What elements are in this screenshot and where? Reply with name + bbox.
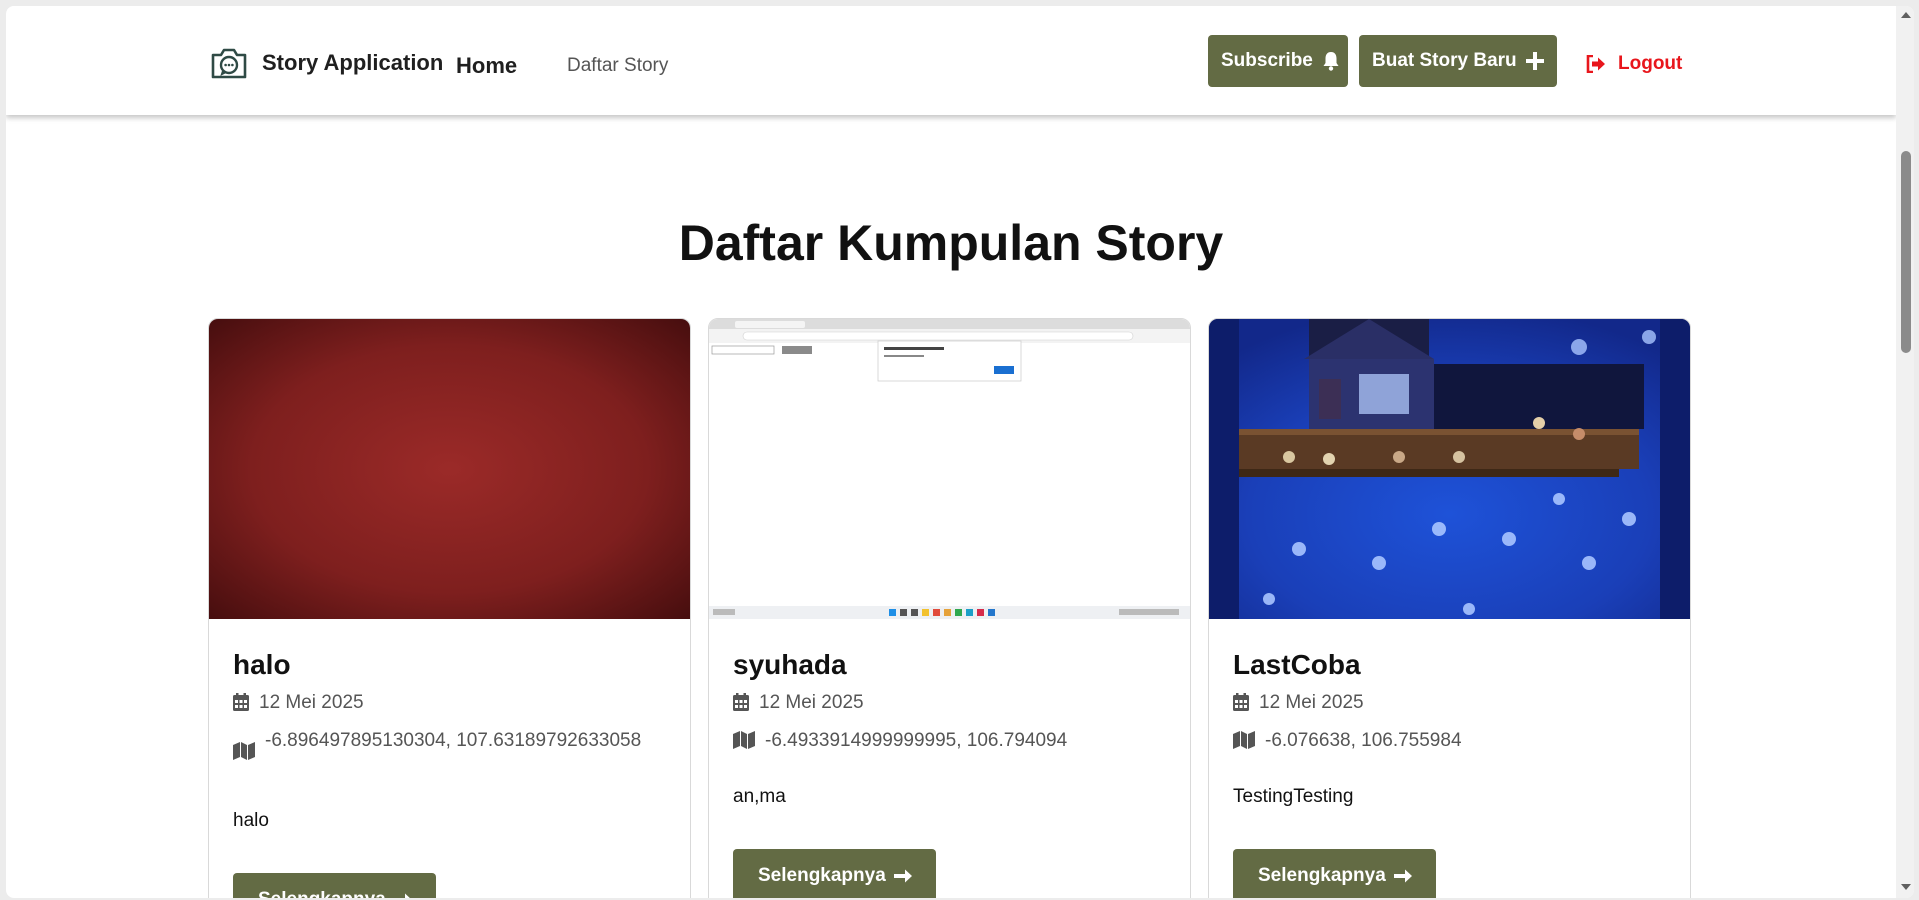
subscribe-button[interactable]: Subscribe bbox=[1208, 35, 1348, 87]
story-title: LastCoba bbox=[1233, 649, 1361, 680]
selengkapnya-button[interactable]: Selengkapnya bbox=[1233, 849, 1436, 898]
story-card: halo 12 Mei 2025 -6.896497895130304, 107… bbox=[208, 318, 691, 898]
story-title: syuhada bbox=[733, 649, 847, 680]
story-date: 12 Mei 2025 bbox=[233, 691, 364, 715]
story-date: 12 Mei 2025 bbox=[1233, 691, 1364, 715]
map-icon bbox=[1233, 731, 1255, 749]
story-image bbox=[709, 319, 1190, 619]
story-description: TestingTesting bbox=[1233, 786, 1354, 807]
nav-home-link[interactable]: Home bbox=[456, 53, 517, 79]
map-icon bbox=[233, 742, 255, 760]
plus-icon bbox=[1525, 52, 1544, 70]
page-title: Daftar Kumpulan Story bbox=[678, 215, 1224, 271]
story-card: syuhada 12 Mei 2025 -6.4933914999999995,… bbox=[708, 318, 1191, 898]
story-location-text: -6.4933914999999995, 106.794094 bbox=[765, 730, 1068, 751]
story-card: LastCoba 12 Mei 2025 -6.076638, 106.7559… bbox=[1208, 318, 1691, 898]
story-description: halo bbox=[233, 810, 269, 831]
subscribe-label: Subscribe bbox=[1221, 50, 1313, 71]
brand[interactable]: Story Application bbox=[210, 46, 443, 80]
map-icon bbox=[733, 731, 755, 749]
vertical-scrollbar[interactable] bbox=[1896, 6, 1914, 898]
buat-story-baru-button[interactable]: Buat Story Baru bbox=[1359, 35, 1557, 87]
logout-label: Logout bbox=[1618, 53, 1683, 74]
story-location-text: -6.076638, 106.755984 bbox=[1265, 730, 1462, 751]
navbar: Story Application Home Daftar Story Subs… bbox=[6, 6, 1896, 115]
story-image bbox=[209, 319, 690, 619]
story-date-text: 12 Mei 2025 bbox=[759, 692, 864, 713]
selengkapnya-label: Selengkapnya bbox=[758, 865, 886, 886]
brand-title: Story Application bbox=[262, 50, 444, 75]
calendar-icon bbox=[1233, 693, 1249, 711]
selengkapnya-button[interactable]: Selengkapnya bbox=[733, 849, 936, 898]
selengkapnya-button[interactable]: Selengkapnya bbox=[233, 873, 436, 898]
camera-chat-icon bbox=[211, 48, 247, 79]
story-location: -6.896497895130304, 107.63189792633058 bbox=[233, 729, 653, 760]
scrollbar-thumb[interactable] bbox=[1901, 151, 1911, 353]
selengkapnya-label: Selengkapnya bbox=[258, 889, 386, 898]
story-date-text: 12 Mei 2025 bbox=[1259, 692, 1364, 713]
calendar-icon bbox=[733, 693, 749, 711]
bell-icon bbox=[1323, 52, 1339, 71]
buat-story-label: Buat Story Baru bbox=[1372, 50, 1517, 71]
story-location-text: -6.896497895130304, 107.63189792633058 bbox=[265, 730, 642, 751]
nav-daftar-story-link[interactable]: Daftar Story bbox=[567, 55, 668, 77]
story-image bbox=[1209, 319, 1690, 619]
browser-window: Story Application Home Daftar Story Subs… bbox=[6, 6, 1914, 898]
scroll-down-arrow-icon[interactable] bbox=[1901, 884, 1911, 890]
arrow-right-icon bbox=[393, 893, 410, 898]
sign-out-icon bbox=[1586, 55, 1605, 73]
story-title: halo bbox=[233, 649, 291, 680]
logout-link[interactable]: Logout bbox=[1586, 53, 1682, 75]
selengkapnya-label: Selengkapnya bbox=[1258, 865, 1386, 886]
arrow-right-icon bbox=[893, 869, 912, 883]
story-description: an,ma bbox=[733, 786, 786, 807]
story-location: -6.076638, 106.755984 bbox=[1233, 729, 1653, 753]
story-location: -6.4933914999999995, 106.794094 bbox=[733, 729, 1153, 753]
arrow-right-icon bbox=[1393, 869, 1412, 883]
story-date: 12 Mei 2025 bbox=[733, 691, 864, 715]
scroll-up-arrow-icon[interactable] bbox=[1901, 12, 1911, 18]
calendar-icon bbox=[233, 693, 249, 711]
story-date-text: 12 Mei 2025 bbox=[259, 692, 364, 713]
